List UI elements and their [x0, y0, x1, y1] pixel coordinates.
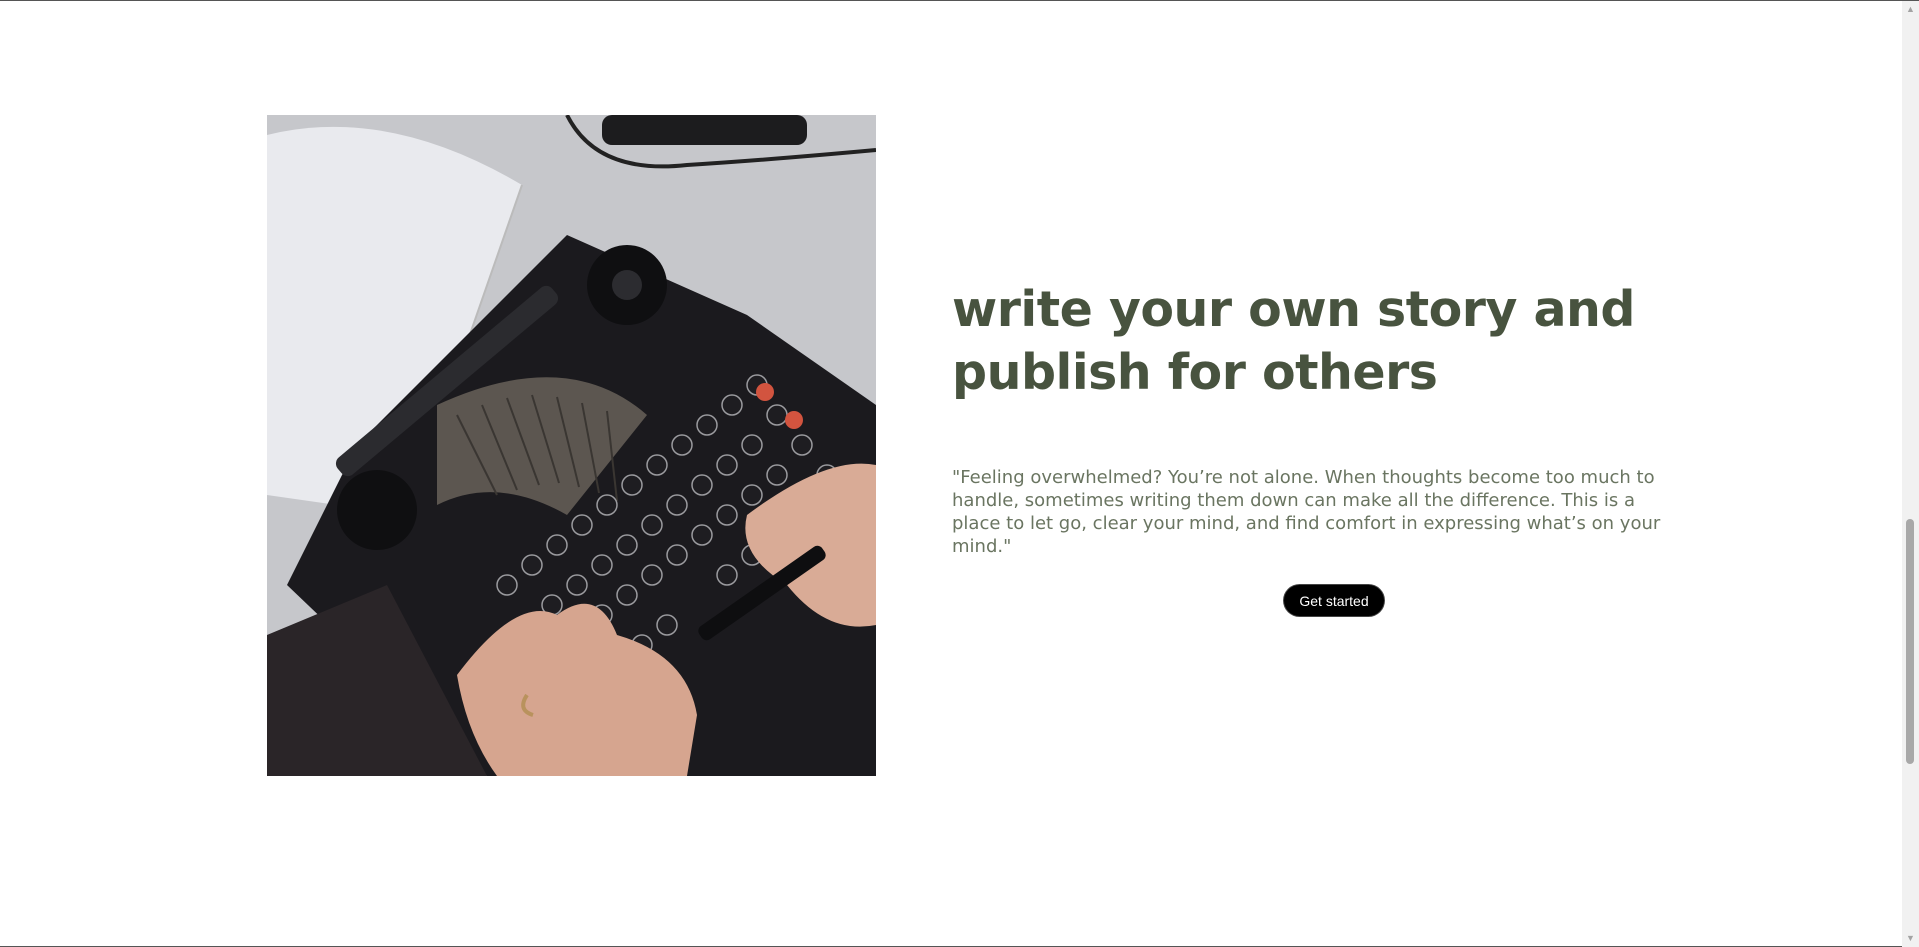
hero-quote: "Feeling overwhelmed? You’re not alone. … — [952, 467, 1661, 557]
get-started-button[interactable]: Get started — [1284, 585, 1384, 616]
typewriter-illustration — [267, 115, 876, 776]
hero-text-block: write your own story and publish for oth… — [952, 278, 1732, 558]
typewriter-photo — [267, 115, 876, 776]
vertical-scrollbar[interactable]: ▲ ▼ — [1902, 1, 1919, 947]
scroll-up-arrow-icon[interactable]: ▲ — [1902, 1, 1919, 18]
scrollbar-thumb[interactable] — [1906, 519, 1914, 764]
top-border — [0, 0, 1919, 1]
scroll-down-arrow-icon[interactable]: ▼ — [1902, 930, 1919, 947]
hero-title: write your own story and publish for oth… — [952, 281, 1635, 401]
